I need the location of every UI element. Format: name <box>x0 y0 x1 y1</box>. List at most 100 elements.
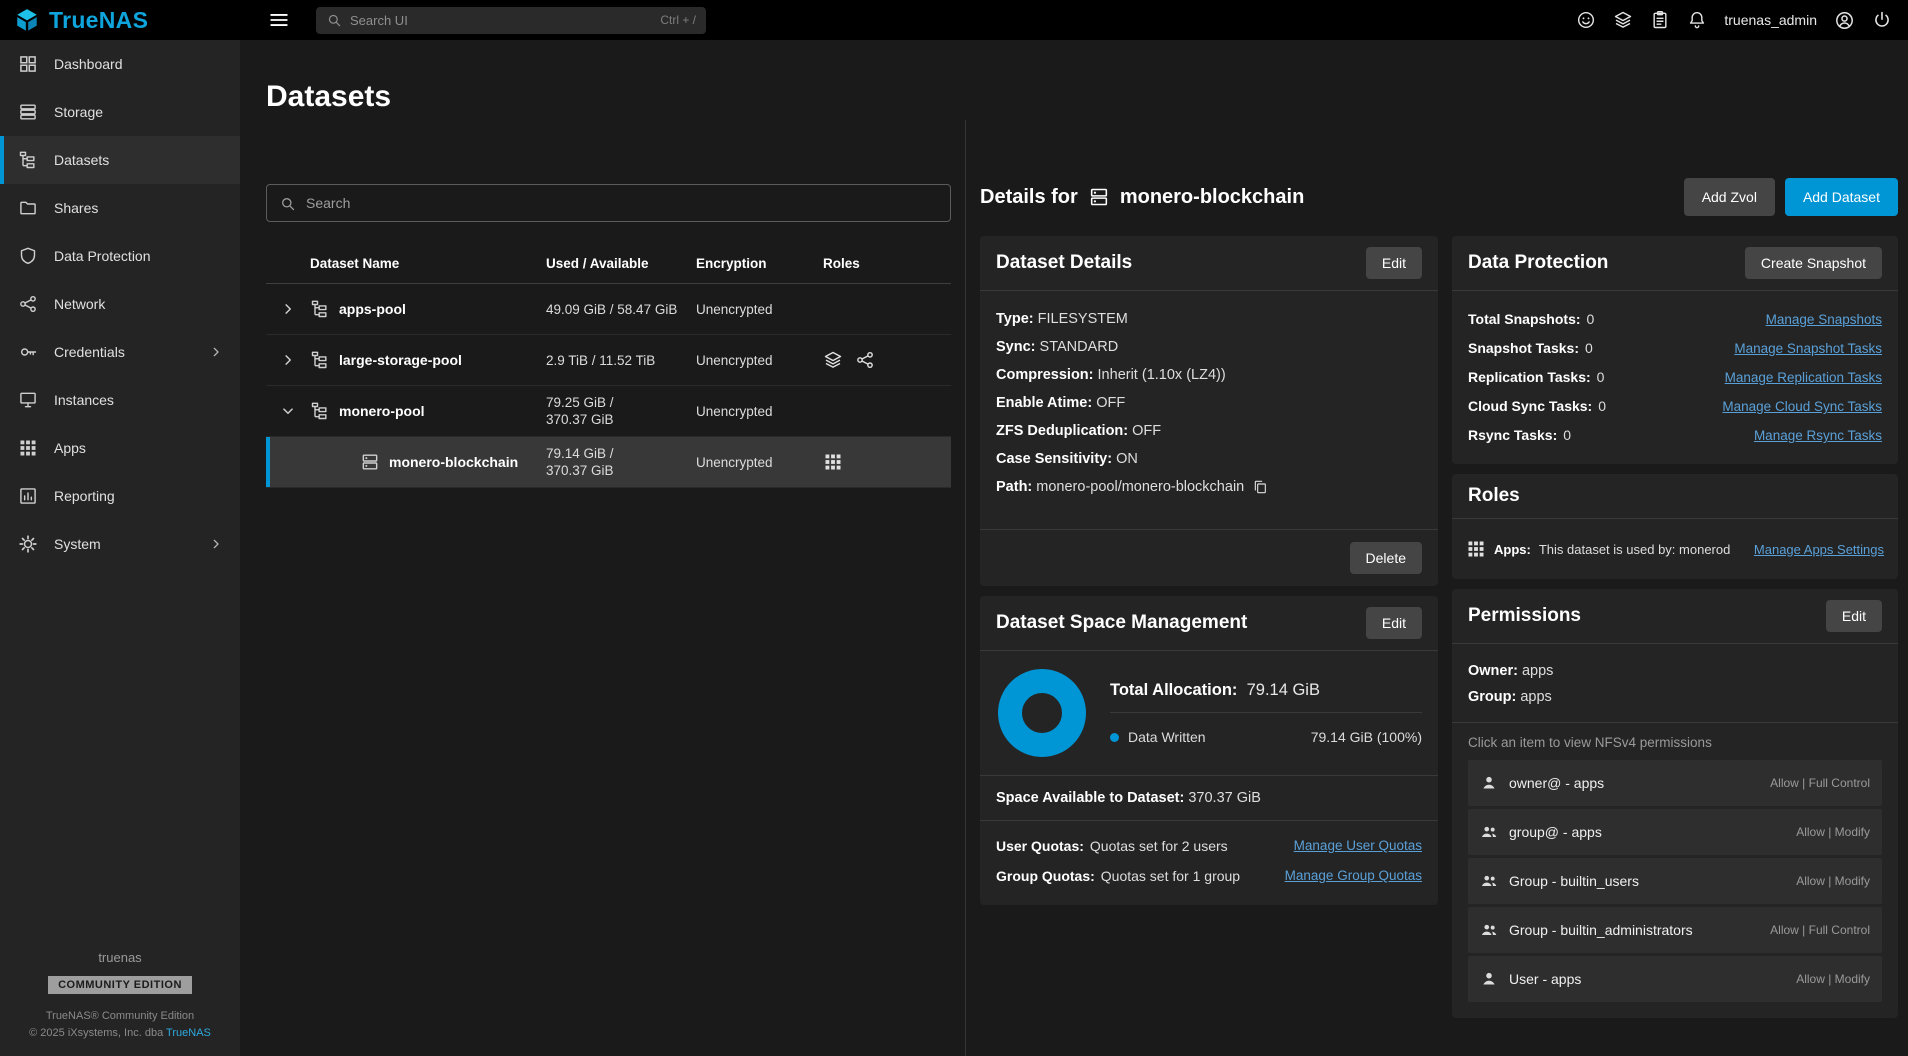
group-icon <box>1480 823 1498 841</box>
datasets-tree-icon <box>18 150 38 170</box>
logo-text: TrueNAS <box>49 7 148 34</box>
dataset-details-card: Dataset Details Edit Type: FILESYSTEM Sy… <box>980 236 1438 586</box>
dataset-tree-icon <box>310 401 330 421</box>
replication-tasks-row: Replication Tasks:0Manage Replication Ta… <box>1468 363 1882 392</box>
sidebar-item-dashboard[interactable]: Dashboard <box>0 40 240 88</box>
permissions-owner-group: Owner: apps Group: apps <box>1452 644 1898 722</box>
total-allocation: Total Allocation: 79.14 GiB <box>1110 681 1422 713</box>
encryption-status: Unencrypted <box>696 404 823 419</box>
used-available: 79.14 GiB /370.37 GiB <box>546 445 696 479</box>
menu-toggle-icon[interactable] <box>268 9 290 31</box>
card-title: Permissions <box>1468 605 1581 627</box>
running-jobs-icon[interactable] <box>1613 10 1633 30</box>
dataset-name: monero-pool <box>339 403 425 419</box>
sidebar-item-apps[interactable]: Apps <box>0 424 240 472</box>
dataset-row-large-storage-pool[interactable]: large-storage-pool 2.9 TiB / 11.52 TiB U… <box>266 335 951 386</box>
encryption-status: Unencrypted <box>696 455 823 470</box>
sidebar-item-label: Instances <box>54 392 114 408</box>
manage-user-quotas-link[interactable]: Manage User Quotas <box>1294 831 1422 861</box>
dataset-row-apps-pool[interactable]: apps-pool 49.09 GiB / 58.47 GiB Unencryp… <box>266 284 951 335</box>
details-dataset-name: monero-blockchain <box>1120 186 1304 209</box>
collapse-chevron-icon[interactable] <box>266 402 310 420</box>
gear-icon <box>18 534 38 554</box>
perm-item-builtin-users[interactable]: Group - builtin_users Allow | Modify <box>1468 858 1882 904</box>
truenas-logo[interactable]: TrueNAS <box>0 7 240 34</box>
dataset-row-monero-pool[interactable]: monero-pool 79.25 GiB /370.37 GiB Unencr… <box>266 386 951 437</box>
field-compression: Compression: Inherit (1.10x (LZ4)) <box>996 361 1422 389</box>
manage-apps-settings-link[interactable]: Manage Apps Settings <box>1754 542 1884 557</box>
copy-path-icon[interactable] <box>1252 479 1268 495</box>
roles-cell <box>823 452 951 472</box>
field-path: Path: monero-pool/monero-blockchain <box>996 473 1422 501</box>
dataset-search[interactable] <box>266 184 951 222</box>
field-sync: Sync: STANDARD <box>996 333 1422 361</box>
dataset-details-region: Details for monero-blockchain Add Zvol A… <box>966 120 1908 1056</box>
perm-item-builtin-administrators[interactable]: Group - builtin_administrators Allow | F… <box>1468 907 1882 953</box>
dataset-table-header: Dataset Name Used / Available Encryption… <box>266 244 951 284</box>
field-case-sensitivity: Case Sensitivity: ON <box>996 445 1422 473</box>
col-dataset-name: Dataset Name <box>310 256 546 271</box>
sidebar-item-datasets[interactable]: Datasets <box>0 136 240 184</box>
details-title: Details for monero-blockchain <box>980 186 1304 209</box>
sidebar-item-system[interactable]: System <box>0 520 240 568</box>
encryption-status: Unencrypted <box>696 353 823 368</box>
global-search-input[interactable] <box>350 13 652 28</box>
sidebar-item-storage[interactable]: Storage <box>0 88 240 136</box>
card-title: Dataset Details <box>996 252 1132 274</box>
copyright-brand-link[interactable]: TrueNAS <box>166 1027 211 1039</box>
power-menu-icon[interactable] <box>1872 10 1892 30</box>
edit-dataset-details-button[interactable]: Edit <box>1366 247 1422 279</box>
manage-rsync-tasks-link[interactable]: Manage Rsync Tasks <box>1754 421 1882 450</box>
edit-permissions-button[interactable]: Edit <box>1826 600 1882 632</box>
sidebar-item-network[interactable]: Network <box>0 280 240 328</box>
manage-cloud-sync-tasks-link[interactable]: Manage Cloud Sync Tasks <box>1722 392 1882 421</box>
sidebar-item-label: Shares <box>54 200 98 216</box>
dataset-search-input[interactable] <box>306 195 938 211</box>
perm-item-user-apps[interactable]: User - apps Allow | Modify <box>1468 956 1882 1002</box>
expand-chevron-icon[interactable] <box>266 351 310 369</box>
dashboard-icon <box>18 54 38 74</box>
sidebar-item-credentials[interactable]: Credentials <box>0 328 240 376</box>
instances-monitor-icon <box>18 390 38 410</box>
permissions-list: owner@ - apps Allow | Full Control group… <box>1452 760 1898 1018</box>
expand-chevron-icon[interactable] <box>266 300 310 318</box>
perm-item-group-at[interactable]: group@ - apps Allow | Modify <box>1468 809 1882 855</box>
topbar-actions: truenas_admin <box>1576 10 1908 31</box>
apps-grid-icon <box>1466 539 1486 559</box>
truenas-logo-icon <box>14 7 40 33</box>
reporting-chart-icon <box>18 486 38 506</box>
manage-snapshots-link[interactable]: Manage Snapshots <box>1766 305 1882 334</box>
user-menu-icon[interactable] <box>1834 10 1855 31</box>
sidebar-item-label: Datasets <box>54 152 109 168</box>
sidebar-item-data-protection[interactable]: Data Protection <box>0 232 240 280</box>
create-snapshot-button[interactable]: Create Snapshot <box>1745 247 1882 279</box>
roles-cell <box>823 350 951 370</box>
manage-snapshot-tasks-link[interactable]: Manage Snapshot Tasks <box>1734 334 1882 363</box>
manage-group-quotas-link[interactable]: Manage Group Quotas <box>1285 861 1422 891</box>
jobs-list-icon[interactable] <box>1650 10 1670 30</box>
alerts-bell-icon[interactable] <box>1687 10 1707 30</box>
manage-replication-tasks-link[interactable]: Manage Replication Tasks <box>1725 363 1882 392</box>
dataset-dns-icon <box>360 452 380 472</box>
sidebar-item-reporting[interactable]: Reporting <box>0 472 240 520</box>
used-available: 79.25 GiB /370.37 GiB <box>546 394 696 428</box>
perm-item-owner[interactable]: owner@ - apps Allow | Full Control <box>1468 760 1882 806</box>
sidebar-item-instances[interactable]: Instances <box>0 376 240 424</box>
apps-grid-icon <box>18 438 38 458</box>
search-icon <box>279 195 296 212</box>
group-icon <box>1480 872 1498 890</box>
feedback-smiley-icon[interactable] <box>1576 10 1596 30</box>
edit-space-button[interactable]: Edit <box>1366 607 1422 639</box>
dataset-table: Dataset Name Used / Available Encryption… <box>266 244 951 488</box>
details-title-prefix: Details for <box>980 186 1078 209</box>
delete-dataset-button[interactable]: Delete <box>1350 542 1422 574</box>
global-search[interactable]: Ctrl + / <box>316 7 706 34</box>
add-dataset-button[interactable]: Add Dataset <box>1785 178 1898 216</box>
dataset-row-monero-blockchain[interactable]: monero-blockchain 79.14 GiB /370.37 GiB … <box>266 437 951 488</box>
rsync-tasks-row: Rsync Tasks:0Manage Rsync Tasks <box>1468 421 1882 450</box>
cloud-sync-tasks-row: Cloud Sync Tasks:0Manage Cloud Sync Task… <box>1468 392 1882 421</box>
apps-grid-role-icon <box>823 452 843 472</box>
add-zvol-button[interactable]: Add Zvol <box>1684 178 1775 216</box>
sidebar-item-shares[interactable]: Shares <box>0 184 240 232</box>
logged-in-username: truenas_admin <box>1724 12 1817 28</box>
